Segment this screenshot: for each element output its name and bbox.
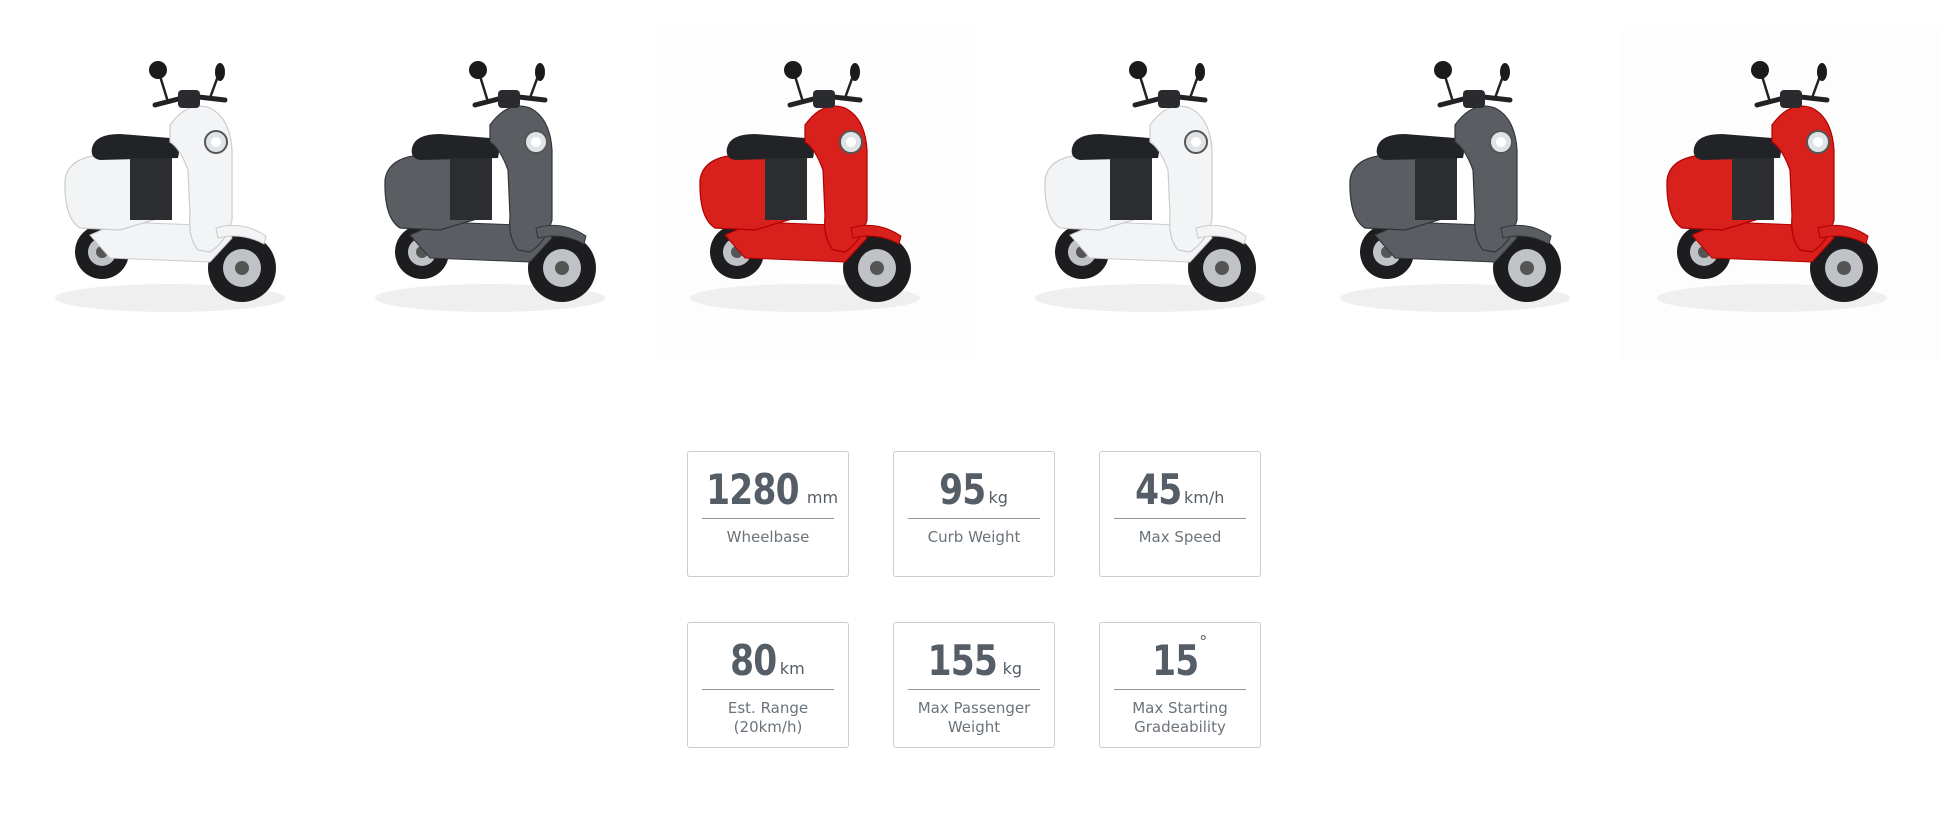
mirror-stem-right — [1493, 75, 1505, 99]
seat — [411, 134, 499, 160]
mirror-stem-right — [208, 75, 220, 99]
spec-card-est-range: 80 km Est. Range (20km/h) — [687, 622, 849, 748]
seat-column — [765, 158, 807, 220]
spec-label: Max Speed — [1138, 528, 1222, 546]
dashboard — [1463, 90, 1485, 108]
spec-value-row: 1280 mm — [702, 462, 838, 519]
spec-unit: mm — [806, 488, 839, 507]
scooter-color-gallery — [0, 30, 1948, 360]
mirror-left — [469, 61, 487, 79]
spec-label: Wheelbase — [726, 528, 810, 546]
mirror-left — [1434, 61, 1452, 79]
mirror-left — [149, 61, 167, 79]
mirror-stem-left — [158, 75, 170, 103]
seat — [1071, 134, 1159, 160]
dashboard — [1780, 90, 1802, 108]
scooter-gray-icon — [375, 61, 605, 312]
mirror-left — [784, 61, 802, 79]
spec-unit: kg — [988, 488, 1008, 507]
spec-unit: km/h — [1184, 488, 1225, 507]
spec-value: 15 — [1151, 636, 1199, 685]
seat-column — [1415, 158, 1457, 220]
mirror-right — [1817, 63, 1827, 81]
dashboard — [178, 90, 200, 108]
front-axle — [1837, 261, 1851, 275]
scooter-white-icon — [1035, 61, 1265, 312]
front-axle — [1520, 261, 1534, 275]
spec-value: 95 — [939, 465, 986, 514]
scooter-image-white[interactable] — [20, 30, 340, 360]
seat — [1376, 134, 1464, 160]
mirror-left — [1129, 61, 1147, 79]
mirror-right — [850, 63, 860, 81]
spec-card-max-passenger-weight: 155 kg Max Passenger Weight — [893, 622, 1055, 748]
front-axle — [870, 261, 884, 275]
seat — [91, 134, 179, 160]
seat — [1693, 134, 1781, 160]
mirror-right — [535, 63, 545, 81]
front-axle — [235, 261, 249, 275]
spec-label: Max Passenger Weight — [917, 699, 1031, 736]
spec-value: 80 — [730, 636, 777, 685]
mirror-stem-right — [1810, 75, 1822, 99]
mirror-stem-left — [1760, 75, 1772, 103]
dashboard — [498, 90, 520, 108]
mirror-stem-left — [478, 75, 490, 103]
mirror-stem-right — [1188, 75, 1200, 99]
spec-card-curb-weight: 95 kg Curb Weight — [893, 451, 1055, 577]
scooter-red-icon — [690, 61, 920, 312]
spec-unit: km — [779, 659, 805, 678]
seat-column — [1732, 158, 1774, 220]
seat-column — [1110, 158, 1152, 220]
spec-value: 45 — [1134, 465, 1182, 514]
mirror-right — [1500, 63, 1510, 81]
spec-card-max-speed: 45 km/h Max Speed — [1099, 451, 1261, 577]
spec-unit: ° — [1199, 632, 1208, 651]
dashboard — [1158, 90, 1180, 108]
spec-value-row: 15° — [1114, 633, 1246, 690]
spec-value-row: 45 km/h — [1114, 462, 1246, 519]
mirror-stem-right — [843, 75, 855, 99]
spec-value: 1280 — [706, 465, 799, 514]
spec-card-gradeability: 15° Max Starting Gradeability — [1099, 622, 1261, 748]
seat — [726, 134, 814, 160]
dashboard — [813, 90, 835, 108]
front-axle — [1215, 261, 1229, 275]
spec-label: Curb Weight — [927, 528, 1021, 546]
scooter-image-gray[interactable] — [1305, 30, 1625, 360]
spec-value-row: 155 kg — [908, 633, 1040, 690]
mirror-stem-left — [1138, 75, 1150, 103]
spec-value-row: 80 km — [702, 633, 834, 690]
seat-column — [450, 158, 492, 220]
headlight-lens — [1191, 137, 1201, 147]
spec-label: Max Starting Gradeability — [1132, 699, 1228, 736]
scooter-image-gray[interactable] — [340, 30, 660, 360]
mirror-stem-left — [1443, 75, 1455, 103]
headlight-lens — [1813, 137, 1823, 147]
headlight-lens — [211, 137, 221, 147]
spec-unit: kg — [1002, 659, 1023, 678]
spec-value-row: 95 kg — [908, 462, 1040, 519]
spec-label: Est. Range (20km/h) — [727, 699, 809, 736]
mirror-left — [1751, 61, 1769, 79]
scooter-image-red[interactable] — [1622, 30, 1942, 360]
headlight-lens — [1496, 137, 1506, 147]
scooter-white-icon — [55, 61, 285, 312]
headlight-lens — [846, 137, 856, 147]
spec-card-wheelbase: 1280 mm Wheelbase — [687, 451, 849, 577]
seat-column — [130, 158, 172, 220]
scooter-image-red[interactable] — [655, 30, 975, 360]
scooter-image-white[interactable] — [1000, 30, 1320, 360]
mirror-right — [1195, 63, 1205, 81]
front-axle — [555, 261, 569, 275]
scooter-gray-icon — [1340, 61, 1570, 312]
headlight-lens — [531, 137, 541, 147]
mirror-stem-left — [793, 75, 805, 103]
scooter-red-icon — [1657, 61, 1887, 312]
mirror-right — [215, 63, 225, 81]
mirror-stem-right — [528, 75, 540, 99]
spec-value: 155 — [927, 636, 998, 685]
